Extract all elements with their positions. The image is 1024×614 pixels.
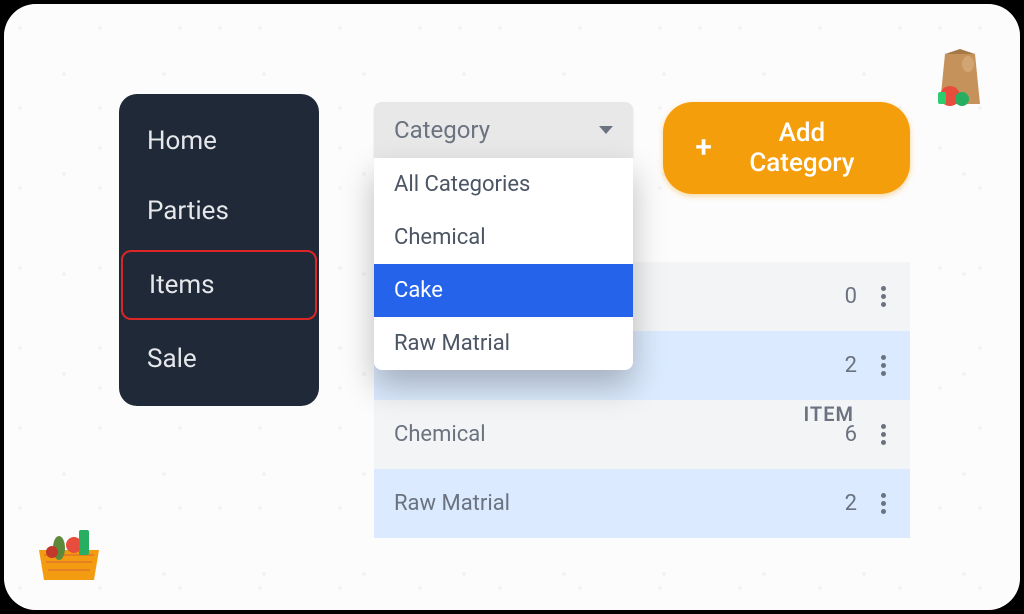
plus-icon: +	[695, 133, 712, 163]
main-content: Category All Categories Chemical Cake Ra…	[374, 102, 910, 446]
row-name: Raw Matrial	[394, 491, 845, 516]
dropdown-item-all[interactable]: All Categories	[374, 158, 633, 211]
app-frame: Home Parties Items Sale 0 2 Chemical 6	[4, 4, 1020, 610]
dropdown-list: All Categories Chemical Cake Raw Matrial	[374, 158, 633, 370]
dropdown-item-raw-matrial[interactable]: Raw Matrial	[374, 317, 633, 370]
add-category-button[interactable]: + Add Category	[663, 102, 910, 194]
dropdown-item-cake[interactable]: Cake	[374, 264, 633, 317]
sidebar-item-sale[interactable]: Sale	[119, 324, 319, 394]
sidebar-item-home[interactable]: Home	[119, 106, 319, 176]
basket-icon	[24, 500, 114, 590]
sidebar: Home Parties Items Sale	[119, 94, 319, 406]
dropdown-item-chemical[interactable]: Chemical	[374, 211, 633, 264]
toolbar-row: Category All Categories Chemical Cake Ra…	[374, 102, 910, 370]
sidebar-item-items[interactable]: Items	[121, 250, 317, 320]
more-icon[interactable]	[877, 489, 890, 518]
add-button-label: Add Category	[726, 118, 878, 178]
table-row[interactable]: Raw Matrial 2	[374, 469, 910, 538]
category-dropdown: Category All Categories Chemical Cake Ra…	[374, 102, 633, 370]
grocery-bag-icon	[920, 34, 1000, 114]
table-header: ITEM	[374, 382, 910, 446]
chevron-down-icon	[599, 126, 613, 134]
sidebar-item-parties[interactable]: Parties	[119, 176, 319, 246]
row-count: 2	[845, 491, 857, 516]
dropdown-header[interactable]: Category	[374, 102, 633, 158]
item-column-header: ITEM	[803, 402, 854, 426]
dropdown-label: Category	[394, 116, 490, 144]
